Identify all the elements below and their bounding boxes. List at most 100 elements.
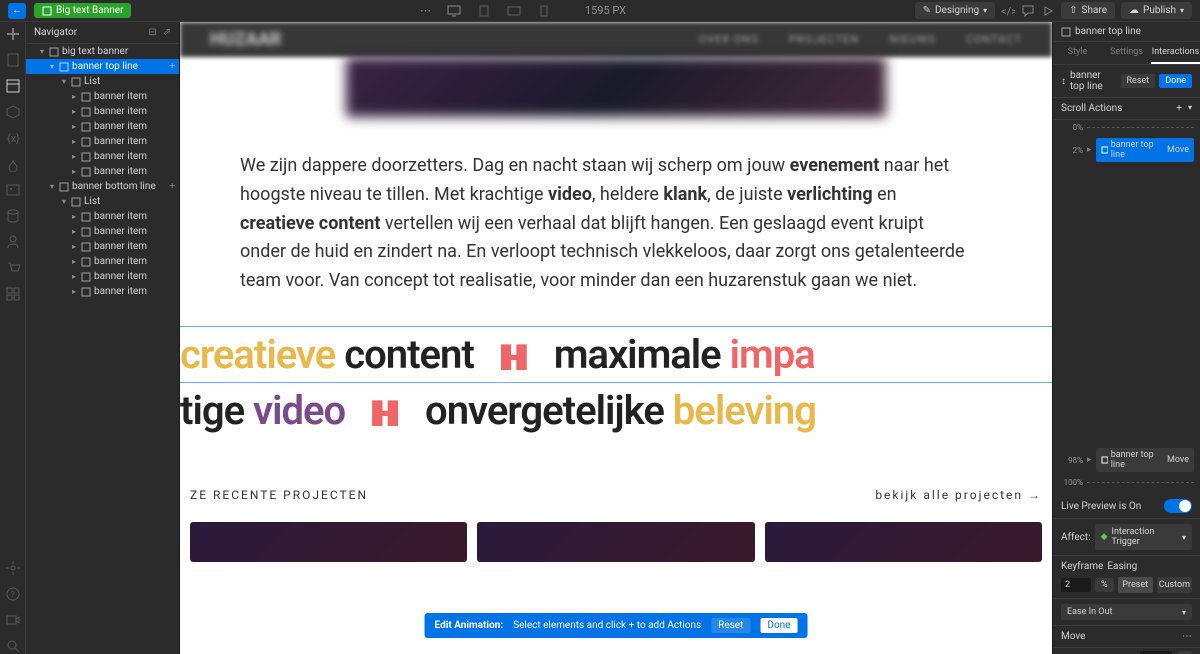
projects-heading: ZE RECENTE PROJECTEN [190, 488, 368, 502]
share-button[interactable]: ⇧ Share [1061, 2, 1115, 19]
crumb-label: banner top line [1075, 26, 1141, 37]
affect-label: Affect: [1061, 532, 1091, 543]
svg-text:{x}: {x} [7, 132, 20, 145]
nav-tree: ▾big text banner▾banner top line+▾List▸b… [26, 44, 179, 654]
navigator-title: Navigator [34, 27, 77, 38]
tree-item[interactable]: ▾List [26, 74, 179, 89]
pct-label: 0% [1059, 123, 1083, 132]
designing-dropdown[interactable]: ✎ Designing ▾ [915, 2, 996, 19]
comment-icon[interactable] [1021, 4, 1035, 18]
users-icon[interactable] [5, 234, 21, 250]
desktop-icon[interactable] [447, 5, 461, 17]
page-preview[interactable]: HUZAAR OVER ONSPROJECTENNIEUWSCONTACT We… [180, 22, 1052, 654]
tree-item[interactable]: ▾big text banner [26, 44, 179, 59]
tree-item[interactable]: ▸banner item [26, 209, 179, 224]
tablet-landscape-icon[interactable] [507, 5, 521, 17]
done-button[interactable]: Done [1159, 74, 1192, 88]
panel-tab[interactable]: Settings [1102, 42, 1151, 64]
navigator-icon[interactable] [5, 78, 21, 94]
panel-tabs: StyleSettingsInteractions [1053, 42, 1200, 65]
tree-item[interactable]: ▸banner item [26, 134, 179, 149]
toast-hint: Select elements and click + to add Actio… [513, 620, 701, 631]
tree-item[interactable]: ▸banner item [26, 254, 179, 269]
tree-item[interactable]: ▾banner top line+ [26, 59, 179, 74]
tablet-icon[interactable] [477, 5, 491, 17]
search-icon[interactable] [5, 638, 21, 654]
scroll-action-item[interactable]: banner top lineMove [1096, 138, 1194, 162]
reset-button[interactable]: Reset [1121, 74, 1156, 88]
move-title: Move [1061, 631, 1085, 642]
back-button[interactable]: ← [8, 3, 26, 19]
mobile-icon[interactable] [537, 5, 551, 17]
more-icon[interactable]: ⋯ [420, 4, 431, 17]
more-icon[interactable]: ⋯ [1182, 631, 1192, 642]
tree-item[interactable]: ▸banner item [26, 104, 179, 119]
svg-text:</>: </> [1001, 5, 1015, 18]
element-label: Big text Banner [56, 5, 123, 16]
cms-icon[interactable] [5, 208, 21, 224]
publish-button[interactable]: ☁ Publish ▾ [1121, 2, 1192, 19]
box-icon [1061, 27, 1071, 37]
settings-icon[interactable] [5, 560, 21, 576]
live-preview-label: Live Preview is On [1061, 501, 1160, 512]
element-badge[interactable]: Big text Banner [34, 3, 131, 18]
projects-link[interactable]: bekijk alle projecten → [875, 488, 1042, 502]
target-icon: ↕ [1061, 76, 1066, 87]
banner-bottom-line[interactable]: tige video onvergetelijke beleving [180, 383, 1052, 438]
navigator-panel: Navigator ⊟ ⇗ ▾big text banner▾banner to… [26, 22, 180, 654]
toast-reset-button[interactable]: Reset [711, 618, 750, 633]
code-icon[interactable]: </> [1001, 4, 1015, 18]
panel-tab[interactable]: Style [1053, 42, 1102, 64]
tree-item[interactable]: ▸banner item [26, 284, 179, 299]
panel-tab[interactable]: Interactions [1151, 42, 1200, 64]
toast-done-button[interactable]: Done [760, 618, 797, 633]
help-icon[interactable]: ? [5, 586, 21, 602]
edit-animation-toast: Edit Animation: Select elements and clic… [425, 613, 808, 638]
ecommerce-icon[interactable] [5, 260, 21, 276]
tree-item[interactable]: ▸banner item [26, 119, 179, 134]
target-label: banner top line [1070, 70, 1117, 92]
more-icon[interactable]: ▾ [1188, 103, 1192, 114]
topbar: ← Big text Banner ⋯ 1595 PX ✎ Designing … [0, 0, 1200, 22]
pin-icon[interactable]: ⇗ [163, 27, 171, 38]
collapse-icon[interactable]: ⊟ [148, 27, 156, 38]
viewport-width: 1595 PX [585, 4, 626, 17]
toast-title: Edit Animation: [435, 620, 504, 631]
add-icon[interactable] [5, 26, 21, 42]
video-icon[interactable] [5, 612, 21, 628]
svg-text:?: ? [11, 590, 15, 599]
scroll-actions-title: Scroll Actions [1061, 103, 1122, 114]
ease-select[interactable]: Ease In Out▾ [1061, 604, 1192, 620]
preset-tab[interactable]: Preset [1118, 577, 1153, 593]
custom-tab[interactable]: Custom [1157, 577, 1192, 593]
styles-icon[interactable] [5, 156, 21, 172]
tree-item[interactable]: ▸banner item [26, 269, 179, 284]
tree-item[interactable]: ▸banner item [26, 239, 179, 254]
tree-item[interactable]: ▸banner item [26, 89, 179, 104]
tree-item[interactable]: ▸banner item [26, 164, 179, 179]
live-preview-toggle[interactable] [1164, 499, 1192, 513]
apps-icon[interactable] [5, 286, 21, 302]
preview-icon[interactable] [1041, 4, 1055, 18]
easing-label: Easing [1107, 561, 1192, 572]
pages-icon[interactable] [5, 52, 21, 68]
tree-item[interactable]: ▸banner item [26, 224, 179, 239]
pct-label: 100% [1059, 478, 1083, 487]
cube-icon [42, 6, 52, 16]
affect-select[interactable]: ◆Interaction Trigger▾ [1095, 524, 1192, 550]
hero-image [346, 57, 886, 117]
keyframe-input[interactable]: 2 [1061, 578, 1091, 592]
add-action-icon[interactable]: + [1176, 103, 1182, 114]
scroll-action-item[interactable]: banner top lineMove [1096, 448, 1194, 472]
body-text: We zijn dappere doorzetters. Dag en nach… [180, 117, 1030, 326]
assets-icon[interactable] [5, 182, 21, 198]
tree-item[interactable]: ▸banner item [26, 149, 179, 164]
keyframe-label: Keyframe [1061, 561, 1103, 572]
canvas: HUZAAR OVER ONSPROJECTENNIEUWSCONTACT We… [180, 22, 1052, 654]
keyframe-unit: % [1095, 578, 1114, 592]
tree-item[interactable]: ▾banner bottom line+ [26, 179, 179, 194]
components-icon[interactable] [5, 104, 21, 120]
banner-top-line[interactable]: creatieve content maximale impa [180, 326, 1052, 383]
tree-item[interactable]: ▾List [26, 194, 179, 209]
variables-icon[interactable]: {x} [5, 130, 21, 146]
